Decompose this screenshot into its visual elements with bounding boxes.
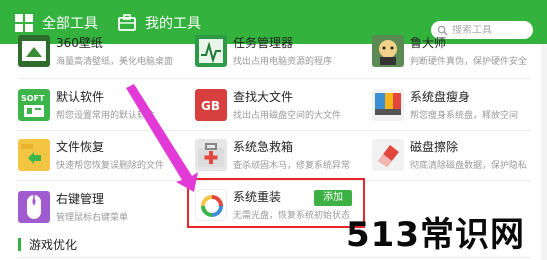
- pointer-arrow-icon: [126, 84, 198, 192]
- tool-ludashi[interactable]: 鲁大师 判断硬件真伪，保护硬件安全: [372, 32, 542, 76]
- tool-name: 磁盘擦除: [410, 140, 459, 154]
- scrollbar[interactable]: [541, 44, 547, 260]
- tool-disk-slim[interactable]: 系统盘瘦身 帮您瘦身系统盘，释放空间: [372, 86, 542, 130]
- tab-mine-label: 我的工具: [145, 16, 201, 32]
- tool-desc: 找出占用电脑资源的程序: [233, 57, 333, 67]
- tool-desc: 查杀顽固木马，修复系统异常: [233, 161, 351, 171]
- tool-name: 系统盘瘦身: [410, 90, 471, 104]
- tool-right-click[interactable]: 右键管理 管理鼠标右键菜单: [18, 188, 188, 232]
- tool-desc: 彻底清除磁盘数据，保护隐私: [410, 161, 528, 171]
- row-divider: [18, 78, 531, 79]
- tool-first-aid[interactable]: 系统急救箱 查杀顽固木马，修复系统异常: [195, 136, 365, 180]
- tool-desc: 管理鼠标右键菜单: [56, 213, 129, 223]
- task-manager-icon: [195, 35, 227, 67]
- grid-icon: [14, 13, 34, 33]
- right-click-icon: [18, 191, 50, 223]
- tool-name: 右键管理: [56, 192, 105, 206]
- briefcase-icon: [117, 13, 137, 33]
- svg-text:GB: GB: [201, 99, 220, 113]
- tool-disk-erase[interactable]: 磁盘擦除 彻底清除磁盘数据，保护隐私: [372, 136, 542, 180]
- add-button[interactable]: 添加: [314, 190, 352, 206]
- tool-task-manager[interactable]: 任务管理器 找出占用电脑资源的程序: [195, 32, 365, 76]
- row-divider: [18, 130, 531, 131]
- tool-desc: 海量高清壁纸，美化电脑桌面: [56, 57, 174, 67]
- tool-desc: 找出占用磁盘空间的大文件: [233, 111, 342, 121]
- svg-text:SOFT: SOFT: [21, 94, 45, 103]
- tool-name: 文件恢复: [56, 140, 105, 154]
- disk-erase-icon: [372, 139, 404, 171]
- row-divider: [18, 257, 531, 258]
- tool-name: 默认软件: [56, 90, 105, 104]
- default-software-icon: SOFT: [18, 89, 50, 121]
- tool-desc: 帮您瘦身系统盘，释放空间: [410, 111, 519, 121]
- tool-name: 鲁大师: [410, 36, 447, 50]
- section-title-label: 游戏优化: [29, 238, 78, 252]
- watermark-text: 513常识网: [346, 215, 525, 255]
- tab-all-label: 全部工具: [42, 16, 98, 32]
- tool-desc: 判断硬件真伪，保护硬件安全: [410, 57, 528, 67]
- section-game-optimization: 游戏优化: [18, 236, 77, 253]
- tool-name: 查找大文件: [233, 90, 294, 104]
- file-recovery-icon: [18, 139, 50, 171]
- wallpaper-icon: [18, 35, 50, 67]
- ludashi-icon: [372, 35, 404, 67]
- tool-name: 任务管理器: [233, 36, 294, 50]
- disk-slim-icon: [372, 89, 404, 121]
- tool-name: 系统急救箱: [233, 140, 294, 154]
- tool-wallpaper[interactable]: 360壁纸 海量高清壁纸，美化电脑桌面: [18, 32, 188, 76]
- tool-find-large-files[interactable]: GB 查找大文件 找出占用磁盘空间的大文件: [195, 86, 365, 130]
- section-marker: [18, 238, 21, 251]
- tool-name: 360壁纸: [56, 36, 103, 50]
